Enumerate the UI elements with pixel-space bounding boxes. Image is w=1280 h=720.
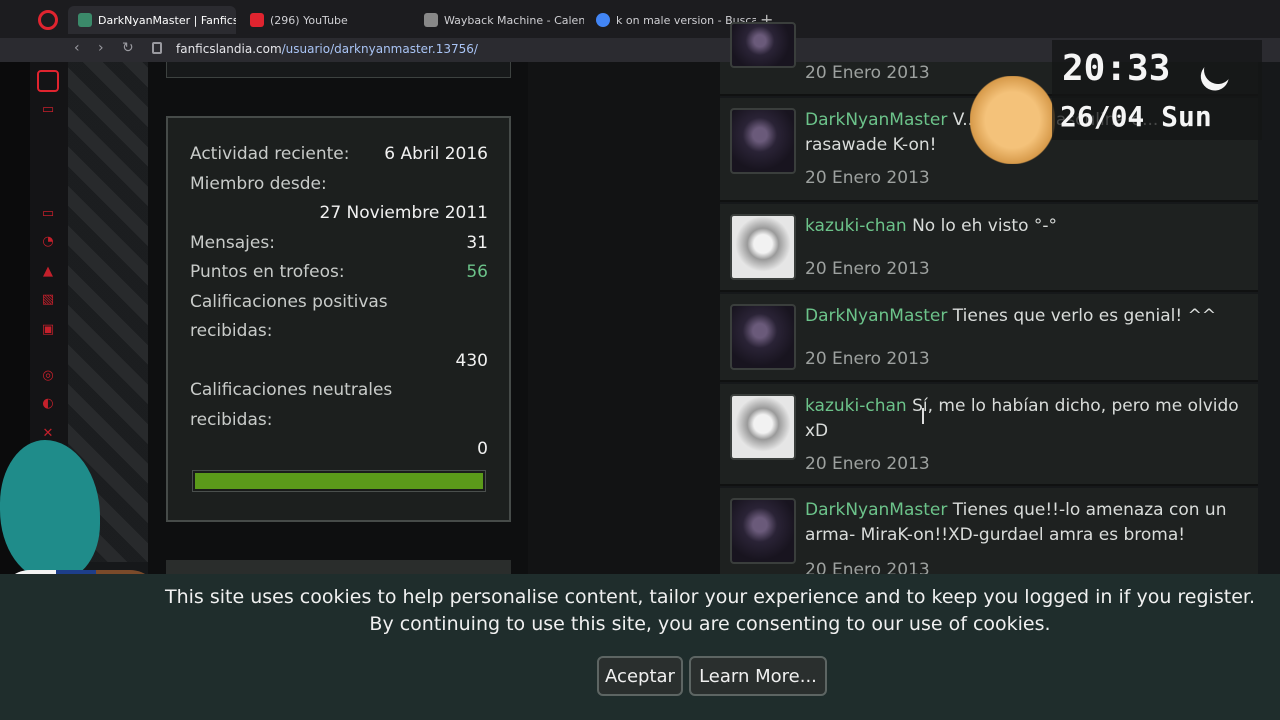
rating-bar-fill xyxy=(195,473,483,489)
recent-activity-value: 6 Abril 2016 xyxy=(384,144,488,164)
wayback-favicon-icon xyxy=(424,13,438,27)
speed-dial-icon[interactable]: ◔ xyxy=(39,234,57,250)
rating-bar xyxy=(192,470,486,492)
trophy-points-label: Puntos en trofeos: xyxy=(190,262,345,282)
cookie-banner: This site uses cookies to help personali… xyxy=(0,574,1280,720)
post-text: kazuki-chan No lo eh visto °-° xyxy=(805,214,1245,239)
member-since-label: Miembro desde: xyxy=(190,173,327,194)
neutral-ratings-value: 0 xyxy=(477,439,488,459)
post-author-link[interactable]: kazuki-chan xyxy=(805,216,907,236)
clock-time: 20:33 xyxy=(1062,48,1171,89)
post-text: DarkNyanMaster Tienes que!!-lo amenaza c… xyxy=(805,498,1245,548)
post-text: kazuki-chan Sí, me lo habían dicho, pero… xyxy=(805,394,1245,444)
stat-recent-activity: Actividad reciente: 6 Abril 2016 xyxy=(190,140,488,170)
clock-overlay: 20:33 26/04 Sun xyxy=(1052,40,1262,140)
moon-icon xyxy=(1199,51,1237,89)
post-author-link[interactable]: DarkNyanMaster xyxy=(805,500,947,520)
trophy-points-link[interactable]: 56 xyxy=(466,258,488,288)
avatar[interactable] xyxy=(730,498,796,564)
url-path: /usuario/darknyanmaster.13756/ xyxy=(281,42,478,56)
reload-icon[interactable]: ↻ xyxy=(122,40,134,56)
tab-label: DarkNyanMaster | Fanficsl xyxy=(98,13,236,27)
lock-icon xyxy=(152,42,162,54)
youtube-favicon-icon xyxy=(250,13,264,27)
tab-youtube[interactable]: (296) YouTube xyxy=(240,6,410,34)
text-cursor-icon xyxy=(922,408,924,424)
positive-ratings-value: 430 xyxy=(455,350,488,371)
accept-cookies-button[interactable]: Aceptar xyxy=(597,656,683,696)
post-author-link[interactable]: DarkNyanMaster xyxy=(805,110,947,130)
url-field[interactable]: fanficslandia.com/usuario/darknyanmaster… xyxy=(176,42,478,56)
post-author-link[interactable]: DarkNyanMaster xyxy=(805,306,947,326)
learn-more-button[interactable]: Learn More... xyxy=(689,656,827,696)
post-author-link[interactable]: kazuki-chan xyxy=(805,396,907,416)
positive-ratings-label: Calificaciones positivas recibidas: xyxy=(190,291,388,342)
forward-arrow-icon[interactable]: › xyxy=(98,40,104,56)
profile-post: kazuki-chan No lo eh visto °-° 20 Enero … xyxy=(720,204,1258,292)
tab-label: Wayback Machine - Calen xyxy=(444,13,584,27)
clock-date: 26/04 Sun xyxy=(1060,100,1212,133)
tab-fanficslandia[interactable]: DarkNyanMaster | Fanficsl xyxy=(68,6,236,34)
post-date[interactable]: 20 Enero 2013 xyxy=(805,259,930,279)
google-favicon-icon xyxy=(596,13,610,27)
avatar[interactable] xyxy=(730,214,796,280)
neutral-ratings-label: Calificaciones neutrales recibidas: xyxy=(190,380,393,430)
avatar[interactable] xyxy=(730,304,796,370)
store-icon[interactable]: ▲ xyxy=(39,264,57,280)
controller-icon[interactable]: ▭ xyxy=(39,206,57,222)
post-date[interactable]: 20 Enero 2013 xyxy=(805,349,930,369)
stats-list: Actividad reciente: 6 Abril 2016 Miembro… xyxy=(190,140,488,465)
browser-tab-bar: DarkNyanMaster | Fanficsl (296) YouTube … xyxy=(0,0,1280,38)
dog-sticker-icon xyxy=(970,76,1055,164)
fanficslandia-favicon-icon xyxy=(78,13,92,27)
discord-icon[interactable]: ◐ xyxy=(39,396,57,412)
profile-stats-box: Actividad reciente: 6 Abril 2016 Miembro… xyxy=(166,116,511,522)
avatar[interactable] xyxy=(730,108,796,174)
messages-value[interactable]: 31 xyxy=(466,229,488,259)
avatar[interactable] xyxy=(730,394,796,460)
profile-post: DarkNyanMaster Tienes que verlo es genia… xyxy=(720,294,1258,382)
post-text: DarkNyanMaster Tienes que verlo es genia… xyxy=(805,304,1245,329)
post-date[interactable]: 20 Enero 2013 xyxy=(805,63,930,83)
stat-trophy-points: Puntos en trofeos: 56 xyxy=(190,258,488,288)
post-body: Tienes que verlo es genial! ^^ xyxy=(947,306,1217,326)
messages-label: Mensajes: xyxy=(190,232,275,253)
profile-post: kazuki-chan Sí, me lo habían dicho, pero… xyxy=(720,384,1258,486)
home-icon[interactable] xyxy=(37,70,59,92)
post-date[interactable]: 20 Enero 2013 xyxy=(805,454,930,474)
vtuber-hair xyxy=(0,440,100,580)
url-host: fanficslandia.com xyxy=(176,42,282,56)
post-date[interactable]: 20 Enero 2013 xyxy=(805,168,930,188)
cookie-notice-text: This site uses cookies to help personali… xyxy=(165,586,1255,635)
tab-label: (296) YouTube xyxy=(270,13,348,27)
tab-wayback-machine[interactable]: Wayback Machine - Calen xyxy=(414,6,584,34)
stat-messages: Mensajes: 31 xyxy=(190,229,488,259)
profile-top-box xyxy=(166,62,511,78)
back-arrow-icon[interactable]: ‹ xyxy=(74,40,80,56)
member-since-value: 27 Noviembre 2011 xyxy=(319,203,489,223)
screen: DarkNyanMaster | Fanficsl (296) YouTube … xyxy=(0,0,1280,720)
mail-icon[interactable]: ▣ xyxy=(39,322,57,338)
profile-post: DarkNyanMaster Tienes que!!-lo amenaza c… xyxy=(720,488,1258,588)
avatar[interactable] xyxy=(730,22,796,68)
gaming-icon[interactable]: ▭ xyxy=(39,102,57,118)
post-body: No lo eh visto °-° xyxy=(906,216,1058,236)
whatsapp-icon[interactable]: ◎ xyxy=(39,368,57,384)
recent-activity-label: Actividad reciente: xyxy=(190,144,350,164)
opera-logo-icon[interactable] xyxy=(38,10,58,30)
crossed-icon[interactable]: ▧ xyxy=(39,292,57,308)
